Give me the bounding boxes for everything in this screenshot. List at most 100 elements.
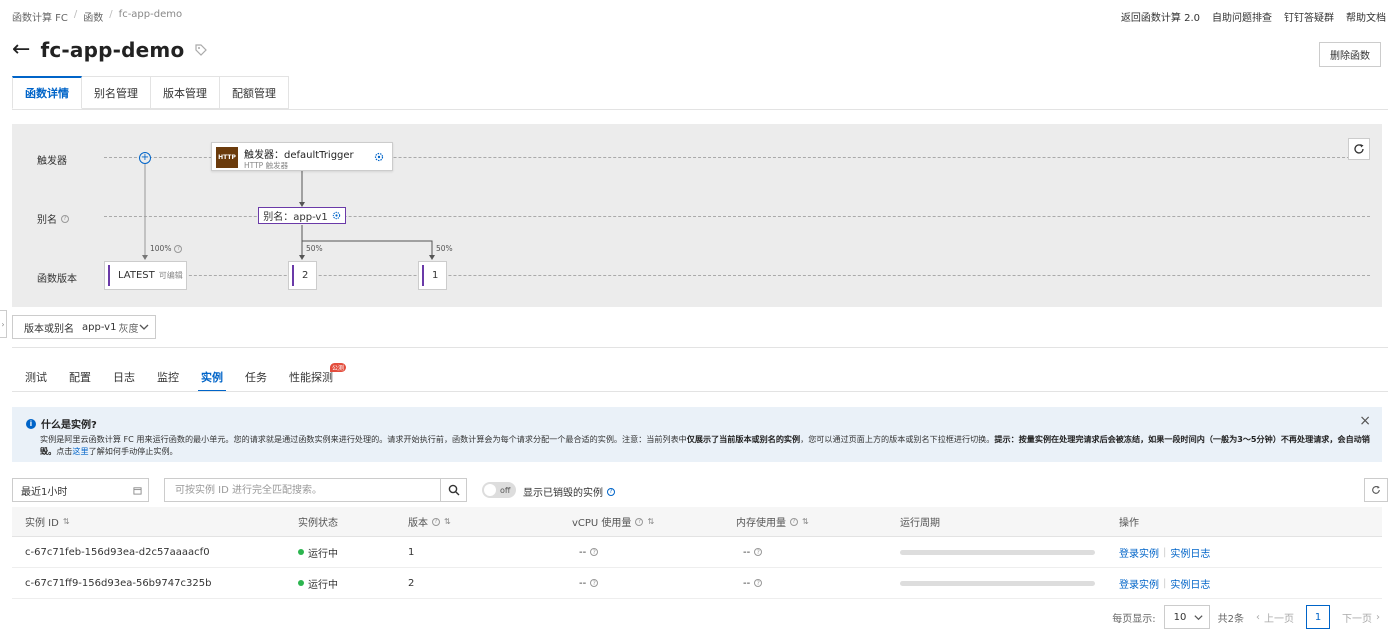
close-icon[interactable]: × xyxy=(1359,413,1371,429)
help-icon: ? xyxy=(590,548,599,556)
help-icon: ? xyxy=(174,244,183,253)
status-cell: 运行中 xyxy=(298,568,338,598)
tab-test[interactable]: 测试 xyxy=(25,369,47,385)
tab-logs[interactable]: 日志 xyxy=(113,369,135,385)
table-row: c-67c71ff9-156d93ea-56b9747c325b 运行中 2 -… xyxy=(12,568,1382,599)
col-memory[interactable]: 内存使用量? ⇅ xyxy=(736,507,809,536)
instance-id: c-67c71ff9-156d93ea-56b9747c325b xyxy=(25,577,212,589)
gear-icon[interactable] xyxy=(374,152,384,162)
tab-instances[interactable]: 实例 xyxy=(198,369,226,392)
breadcrumb-item[interactable]: 函数 xyxy=(83,9,103,24)
http-icon: HTTP xyxy=(216,147,238,168)
refresh-diagram-button[interactable] xyxy=(1348,138,1370,160)
search-input[interactable] xyxy=(165,479,440,501)
tag-icon[interactable] xyxy=(194,43,208,57)
version-bar xyxy=(292,265,294,286)
vcpu-value: --? xyxy=(579,537,599,567)
delete-function-button[interactable]: 删除函数 xyxy=(1319,42,1381,67)
refresh-icon xyxy=(1354,144,1364,154)
status-dot xyxy=(298,549,304,555)
instance-log-link[interactable]: 实例日志 xyxy=(1170,545,1210,560)
main-tabs: 函数详情 别名管理 版本管理 配额管理 xyxy=(12,76,289,109)
chevron-right-icon: › xyxy=(1376,611,1380,623)
version-node-1[interactable]: 1 xyxy=(418,261,447,290)
col-version[interactable]: 版本? ⇅ xyxy=(408,507,451,536)
tab-quota-management[interactable]: 配额管理 xyxy=(220,76,289,109)
col-status: 实例状态 xyxy=(298,518,338,529)
version-node-2[interactable]: 2 xyxy=(288,261,317,290)
version-alias-select[interactable]: 版本或别名 app-v1 灰度 xyxy=(12,315,156,339)
info-notice: i 什么是实例? 实例是阿里云函数计算 FC 用来运行函数的最小单元。您的请求就是… xyxy=(12,407,1382,462)
notice-link[interactable]: 这里 xyxy=(72,446,88,456)
tab-monitor[interactable]: 监控 xyxy=(157,369,179,385)
version-bar xyxy=(422,265,424,286)
divider xyxy=(12,109,1388,110)
gear-icon[interactable] xyxy=(332,211,341,220)
collapse-handle[interactable]: › xyxy=(0,310,7,338)
alias-name: 别名：app-v1 xyxy=(263,212,328,223)
sub-tabs: 测试 配置 日志 监控 实例 任务 性能探测 公测 xyxy=(25,363,346,392)
breadcrumb-separator: / xyxy=(73,9,78,20)
alias-node[interactable]: 别名：app-v1 xyxy=(258,207,346,224)
col-instance-id[interactable]: 实例 ID ⇅ xyxy=(25,507,70,536)
instances-table: 实例 ID ⇅ 实例状态 版本? ⇅ vCPU 使用量? ⇅ 内存使用量? ⇅ 运行周期… xyxy=(12,507,1382,599)
page-number[interactable]: 1 xyxy=(1306,605,1330,629)
help-icon: ? xyxy=(754,579,763,587)
search-button[interactable] xyxy=(440,479,466,501)
tab-performance-probe[interactable]: 性能探测 公测 xyxy=(289,363,346,385)
link-back-fc2[interactable]: 返回函数计算 2.0 xyxy=(1121,9,1200,24)
prev-page-button[interactable]: ‹ 上一页 xyxy=(1256,610,1294,625)
login-instance-link[interactable]: 登录实例 xyxy=(1119,576,1159,591)
calendar-icon xyxy=(133,487,142,495)
toggle-label: 显示已销毁的实例? xyxy=(523,484,615,499)
version-node-latest[interactable]: LATEST 可编辑 xyxy=(104,261,187,290)
help-icon: ? xyxy=(590,579,599,587)
memory-value: --? xyxy=(743,568,763,598)
help-icon: ? xyxy=(790,517,798,526)
chevron-down-icon xyxy=(1194,615,1203,621)
next-page-button[interactable]: 下一页 › xyxy=(1342,610,1380,625)
breadcrumb-item[interactable]: 函数计算 FC xyxy=(12,9,68,24)
link-dingtalk-group[interactable]: 钉钉答疑群 xyxy=(1284,9,1334,24)
link-help-docs[interactable]: 帮助文档 xyxy=(1346,9,1386,24)
back-arrow-icon[interactable]: ← xyxy=(12,39,30,61)
time-range-select[interactable]: 最近1小时 xyxy=(12,478,149,502)
title-row: ← fc-app-demo xyxy=(12,38,208,62)
login-instance-link[interactable]: 登录实例 xyxy=(1119,545,1159,560)
tab-function-details[interactable]: 函数详情 xyxy=(12,76,82,109)
breadcrumb: 函数计算 FC / 函数 / fc-app-demo xyxy=(12,9,182,24)
memory-value: --? xyxy=(743,537,763,567)
help-icon: ? xyxy=(754,548,763,556)
instance-log-link[interactable]: 实例日志 xyxy=(1170,576,1210,591)
divider xyxy=(12,347,1388,348)
divider xyxy=(12,391,1388,392)
page-size-select[interactable]: 10 xyxy=(1163,605,1210,629)
refresh-icon xyxy=(1372,485,1380,494)
refresh-table-button[interactable] xyxy=(1364,478,1388,502)
traffic-percent-latest: 100%? xyxy=(150,244,183,253)
col-vcpu[interactable]: vCPU 使用量? ⇅ xyxy=(572,507,654,536)
runtime-bar xyxy=(900,537,1095,567)
trigger-name: 触发器：defaultTrigger xyxy=(244,150,354,161)
trigger-node[interactable]: HTTP 触发器：defaultTrigger HTTP 触发器 xyxy=(211,142,393,171)
tab-version-management[interactable]: 版本管理 xyxy=(151,76,220,109)
add-trigger-button[interactable]: + xyxy=(139,152,151,164)
version-value: 2 xyxy=(408,577,415,589)
beta-badge: 公测 xyxy=(329,363,346,372)
info-icon: i xyxy=(26,418,36,429)
status-dot xyxy=(298,580,304,586)
notice-title: i 什么是实例? xyxy=(26,416,1368,431)
breadcrumb-current: fc-app-demo xyxy=(118,9,183,20)
tab-tasks[interactable]: 任务 xyxy=(245,369,267,385)
tab-config[interactable]: 配置 xyxy=(69,369,91,385)
instance-id: c-67c71feb-156d93ea-d2c57aaaacf0 xyxy=(25,546,210,558)
sort-icon: ⇅ xyxy=(647,517,655,526)
tab-alias-management[interactable]: 别名管理 xyxy=(82,76,151,109)
version-bar xyxy=(108,265,110,286)
breadcrumb-separator: / xyxy=(109,9,113,20)
col-runtime: 运行周期 xyxy=(900,518,940,529)
show-destroyed-toggle[interactable]: off xyxy=(482,482,516,498)
page-title: fc-app-demo xyxy=(40,38,185,62)
help-icon: ? xyxy=(432,517,440,526)
link-self-troubleshoot[interactable]: 自助问题排查 xyxy=(1212,9,1272,24)
